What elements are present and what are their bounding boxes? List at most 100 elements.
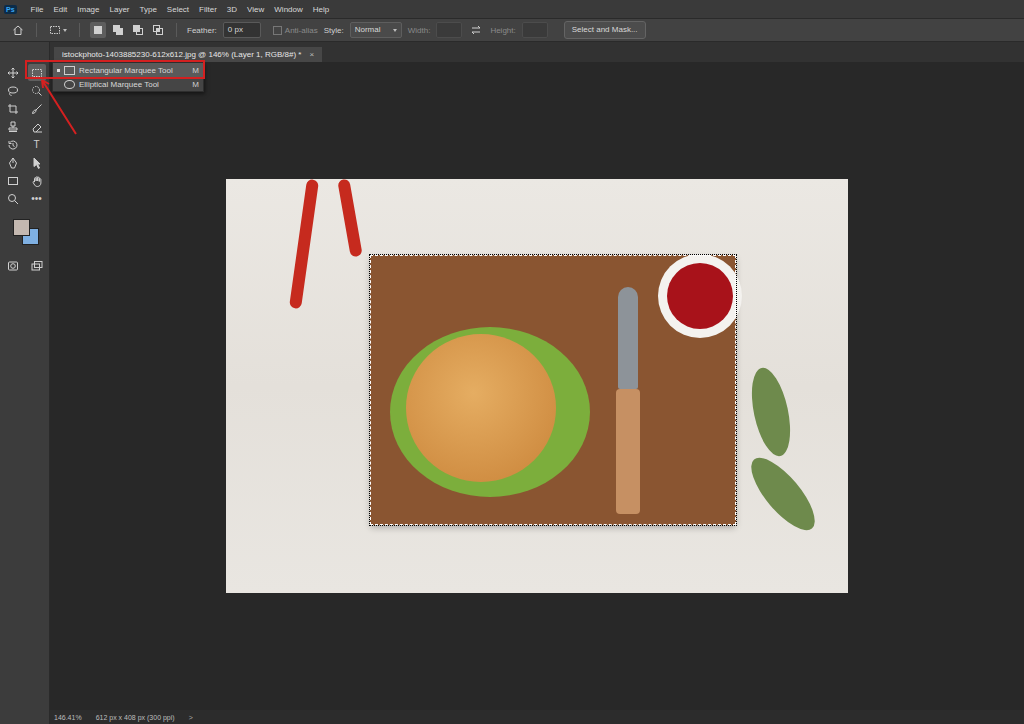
rectangle-icon <box>64 66 75 75</box>
document-size: 612 px x 408 px (300 ppi) <box>96 714 175 721</box>
swap-icon <box>470 24 482 36</box>
move-icon <box>7 67 19 79</box>
anti-alias-option[interactable]: Anti-alias <box>273 26 318 35</box>
swap-button[interactable] <box>468 22 484 38</box>
flyout-item[interactable]: Elliptical Marquee Tool M <box>53 77 203 91</box>
lasso-icon <box>7 85 19 97</box>
marching-ants-selection[interactable] <box>370 255 736 525</box>
menu-item[interactable]: Layer <box>109 5 129 14</box>
separator <box>176 23 177 37</box>
knife-blade <box>618 287 638 389</box>
ketchup-cup <box>658 254 742 338</box>
menu-item[interactable]: Select <box>167 5 189 14</box>
selection-mode-button[interactable] <box>110 22 126 38</box>
hand-icon <box>31 175 43 187</box>
tool-button[interactable] <box>4 82 22 99</box>
tool-button[interactable] <box>4 136 22 153</box>
anti-alias-checkbox[interactable] <box>273 26 282 35</box>
menu-item[interactable]: View <box>247 5 264 14</box>
document-tab[interactable]: istockphoto-1403885230-612x612.jpg @ 146… <box>54 47 322 62</box>
tool-button[interactable] <box>28 118 46 135</box>
arrow-icon <box>42 80 76 134</box>
workspace: istockphoto-1403885230-612x612.jpg @ 146… <box>50 42 1024 724</box>
tool-button[interactable] <box>4 172 22 189</box>
tool-button[interactable] <box>4 64 22 81</box>
width-label: Width: <box>408 26 431 35</box>
flyout-label: Elliptical Marquee Tool <box>79 80 188 89</box>
marquee-icon <box>49 24 61 36</box>
ellipse-icon <box>64 80 75 89</box>
menu-item[interactable]: Filter <box>199 5 217 14</box>
feather-field[interactable]: 0 px <box>223 22 261 38</box>
current-tool-marker <box>57 69 60 72</box>
tool-glyph: T <box>33 140 39 150</box>
menu-item[interactable]: 3D <box>227 5 237 14</box>
menu-item[interactable]: Help <box>313 5 329 14</box>
height-label: Height: <box>490 26 515 35</box>
close-tab-button[interactable]: × <box>309 50 314 59</box>
mode-new-icon <box>92 24 104 36</box>
app-logo[interactable]: Ps <box>4 5 17 14</box>
chili-pepper <box>289 179 319 309</box>
home-icon <box>12 24 24 36</box>
home-button[interactable] <box>10 22 26 38</box>
bay-leaf <box>741 449 825 540</box>
mode-int-icon <box>152 24 164 36</box>
menu-item[interactable]: Type <box>140 5 157 14</box>
chili-pepper <box>337 179 362 257</box>
brush-icon <box>31 103 43 115</box>
tool-button[interactable] <box>28 100 46 117</box>
document-title: istockphoto-1403885230-612x612.jpg @ 146… <box>62 50 301 59</box>
quick-icon <box>31 85 43 97</box>
color-swatch[interactable] <box>13 219 30 236</box>
status-menu-button[interactable]: > <box>189 714 193 721</box>
photo[interactable] <box>226 179 848 593</box>
selection-mode-button[interactable] <box>90 22 106 38</box>
menu-item[interactable]: File <box>31 5 44 14</box>
pen-icon <box>7 157 19 169</box>
selection-mode-button[interactable] <box>130 22 146 38</box>
status-bar: 146.41% 612 px x 408 px (300 ppi) > <box>50 710 1024 724</box>
tool-button[interactable] <box>4 257 22 274</box>
tool-glyph: ••• <box>31 194 42 204</box>
tool-button[interactable] <box>28 257 46 274</box>
annotation-overlay <box>0 0 1024 724</box>
style-label: Style: <box>324 26 344 35</box>
tool-flyout-menu: Rectangular Marquee Tool M Elliptical Ma… <box>52 62 204 92</box>
tool-button[interactable] <box>28 64 46 81</box>
menu-item[interactable]: Image <box>77 5 99 14</box>
height-field[interactable] <box>522 22 548 38</box>
history-icon <box>7 139 19 151</box>
shortcut-key: M <box>192 66 199 75</box>
toolbar: T ••• <box>0 42 50 724</box>
width-field[interactable] <box>436 22 462 38</box>
separator <box>79 23 80 37</box>
select-and-mask-button[interactable]: Select and Mask... <box>564 21 646 39</box>
mode-add-icon <box>112 24 124 36</box>
menu-item[interactable]: Edit <box>53 5 67 14</box>
tool-button[interactable] <box>4 100 22 117</box>
bay-leaf <box>745 364 797 459</box>
zoom-level[interactable]: 146.41% <box>54 714 82 721</box>
tool-button[interactable] <box>28 172 46 189</box>
menu-bar: Ps File Edit Image Layer Type Select Filter 3D V… <box>0 0 1024 19</box>
tool-button[interactable] <box>28 82 46 99</box>
style-dropdown[interactable]: Normal <box>350 22 402 38</box>
tool-button[interactable]: T <box>28 136 46 153</box>
anti-alias-label: Anti-alias <box>285 26 318 35</box>
flyout-item[interactable]: Rectangular Marquee Tool M <box>53 63 203 77</box>
tool-button[interactable] <box>28 154 46 171</box>
tool-button[interactable]: ••• <box>28 190 46 207</box>
tool-button[interactable] <box>4 154 22 171</box>
tool-button[interactable] <box>4 118 22 135</box>
marquee-icon <box>31 67 43 79</box>
tool-preset-button[interactable] <box>47 22 69 38</box>
tool-button[interactable] <box>4 190 22 207</box>
menu-item[interactable]: Window <box>274 5 302 14</box>
style-value: Normal <box>355 24 381 36</box>
zoom-icon <box>7 193 19 205</box>
crop-icon <box>7 103 19 115</box>
options-bar: Feather: 0 px Anti-alias Style: Normal W… <box>0 19 1024 42</box>
selection-mode-button[interactable] <box>150 22 166 38</box>
knife-handle <box>616 389 640 514</box>
